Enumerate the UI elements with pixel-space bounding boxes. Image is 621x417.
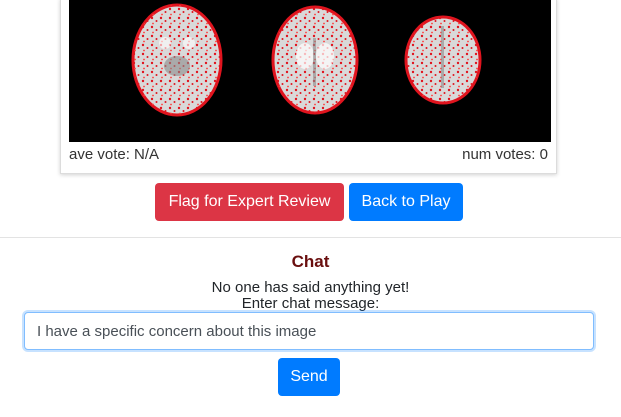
ave-vote-label: ave vote: N/A (69, 146, 160, 163)
vote-stats: ave vote: N/A num votes: 0 (69, 146, 548, 163)
chat-input-prompt: Enter chat message: (241, 295, 380, 312)
brain-slice-3 (404, 15, 482, 105)
back-to-play-button[interactable]: Back to Play (349, 183, 463, 221)
brain-slice-1 (131, 3, 223, 117)
image-card: ave vote: N/A num votes: 0 (60, 0, 557, 174)
chat-message-input[interactable] (24, 312, 594, 350)
send-button[interactable]: Send (278, 358, 340, 396)
brain-scan-image (69, 0, 551, 142)
chat-empty-message: No one has said anything yet! (211, 279, 410, 296)
flag-for-expert-review-button[interactable]: Flag for Expert Review (155, 183, 344, 221)
num-votes-label: num votes: 0 (462, 146, 548, 163)
section-divider (0, 237, 621, 238)
brain-slice-2 (271, 5, 359, 115)
chat-title: Chat (291, 252, 330, 271)
